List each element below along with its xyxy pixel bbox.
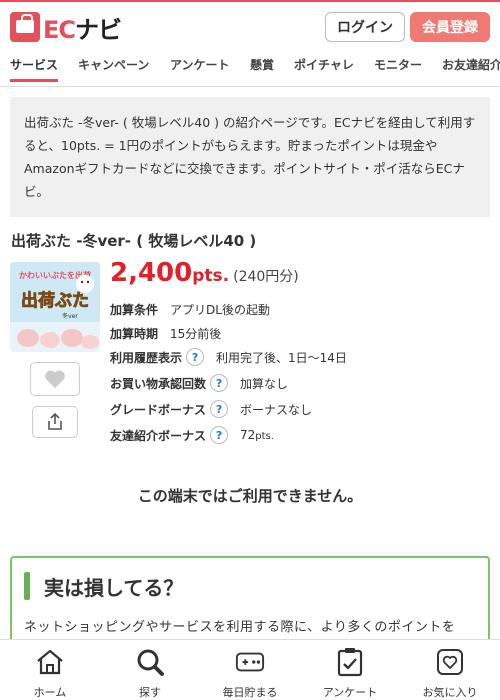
help-icon[interactable]: ?: [186, 348, 205, 366]
ecnavi-logo[interactable]: ECナビ: [10, 12, 122, 44]
points-unit: pts.: [192, 266, 230, 286]
hint-title-row: 実は損してる？: [24, 572, 183, 600]
timing-value: 15分前後: [170, 326, 222, 341]
info-grade: グレードボーナス ? ボーナスなし: [110, 400, 312, 418]
help-icon[interactable]: ?: [210, 374, 229, 392]
category-nav: サービス キャンペーン アンケート 懸賞 ポイチャレ モニター お友達紹介: [0, 50, 500, 87]
bottom-nav-search[interactable]: 探す: [100, 640, 200, 700]
friend-unit: pts.: [255, 431, 274, 442]
bottom-nav-label: 探す: [139, 686, 161, 699]
approval-label: お買い物承認回数: [110, 376, 207, 391]
bottom-nav-survey[interactable]: アンケート: [300, 640, 400, 700]
bottom-nav-label: アンケート: [322, 686, 378, 699]
bottom-nav-home[interactable]: ホーム: [0, 640, 100, 700]
points-yen: (240円分): [233, 269, 299, 285]
clipboard-check-icon: [335, 647, 365, 677]
bottom-nav-daily[interactable]: 毎日貯まる: [200, 640, 300, 700]
unavailable-notice: この端末ではご利用できません。: [137, 487, 363, 505]
nav-item-friend[interactable]: お友達紹介: [442, 56, 500, 76]
timing-label: 加算時期: [110, 326, 159, 341]
bottom-nav-label: ホーム: [33, 686, 67, 699]
condition-value: アプリDL後の起動: [170, 302, 270, 317]
page-title: 出荷ぶた -冬ver- ( 牧場レベル40 ): [11, 232, 257, 250]
history-value: 利用完了後、1日～14日: [216, 350, 347, 365]
bottom-nav-label: 毎日貯まる: [222, 686, 278, 699]
heart-icon: [435, 647, 465, 677]
info-condition: 加算条件 アプリDL後の起動: [110, 300, 270, 318]
grade-label: グレードボーナス: [110, 402, 207, 417]
home-icon: [35, 647, 65, 677]
help-icon[interactable]: ?: [210, 400, 229, 418]
description-box: 出荷ぶた -冬ver- ( 牧場レベル40 ) の紹介ページです。ECナビを経由…: [10, 97, 490, 217]
nav-item-service[interactable]: サービス: [10, 56, 59, 82]
gamepad-icon: [235, 647, 265, 677]
history-label: 利用履歴表示: [110, 350, 183, 365]
points-value: 2,400: [110, 258, 193, 288]
header: ECナビ ログイン 会員登録: [0, 2, 500, 50]
nav-item-monitor[interactable]: モニター: [374, 56, 422, 76]
help-icon[interactable]: ?: [210, 426, 229, 444]
favorite-button[interactable]: [30, 362, 80, 396]
nav-item-poichalle[interactable]: ポイチャレ: [294, 56, 354, 76]
approval-value: 加算なし: [240, 376, 289, 391]
app-thumbnail[interactable]: かわいいぶたを出荷 出荷ぶた 冬ver: [10, 262, 100, 352]
bottom-nav: ホーム 探す 毎日貯まる アンケート お気に入り: [0, 639, 500, 700]
info-history: 利用履歴表示 ? 利用完了後、1日～14日: [110, 348, 347, 366]
hint-accent-bar: [24, 572, 30, 600]
info-approval: お買い物承認回数 ? 加算なし: [110, 374, 288, 392]
login-button[interactable]: ログイン: [325, 12, 405, 42]
info-timing: 加算時期 15分前後: [110, 324, 221, 342]
nav-item-survey[interactable]: アンケート: [170, 56, 230, 76]
friend-value: 72pts.: [240, 428, 274, 442]
hint-body: ネットショッピングやサービスを利用する際に、より多くのポイントを: [24, 620, 456, 635]
friend-points: 72: [240, 428, 256, 442]
logo-text: ECナビ: [43, 15, 122, 44]
friend-label: 友達紹介ボーナス: [110, 428, 207, 443]
share-icon: [48, 412, 62, 430]
heart-icon: [45, 370, 65, 389]
info-friend: 友達紹介ボーナス ? 72pts.: [110, 426, 274, 444]
share-button[interactable]: [32, 406, 78, 438]
thumbnail-sub-text: 冬ver: [62, 312, 78, 320]
condition-label: 加算条件: [110, 302, 159, 317]
bottom-nav-label: お気に入り: [422, 686, 478, 699]
nav-item-sweepstakes[interactable]: 懸賞: [250, 56, 274, 76]
logo-bag-icon: [10, 12, 40, 42]
hint-title: 実は損してる？: [44, 575, 184, 600]
bottom-nav-favorites[interactable]: お気に入り: [400, 640, 500, 700]
search-icon: [135, 647, 165, 677]
points-display: 2,400 pts. (240円分): [110, 258, 299, 288]
register-button[interactable]: 会員登録: [410, 12, 490, 42]
nav-item-campaign[interactable]: キャンペーン: [78, 56, 149, 76]
grade-value: ボーナスなし: [240, 402, 313, 417]
thumbnail-main-text: 出荷ぶた: [21, 290, 89, 311]
thumbnail-image: かわいいぶたを出荷 出荷ぶた 冬ver: [10, 262, 100, 352]
